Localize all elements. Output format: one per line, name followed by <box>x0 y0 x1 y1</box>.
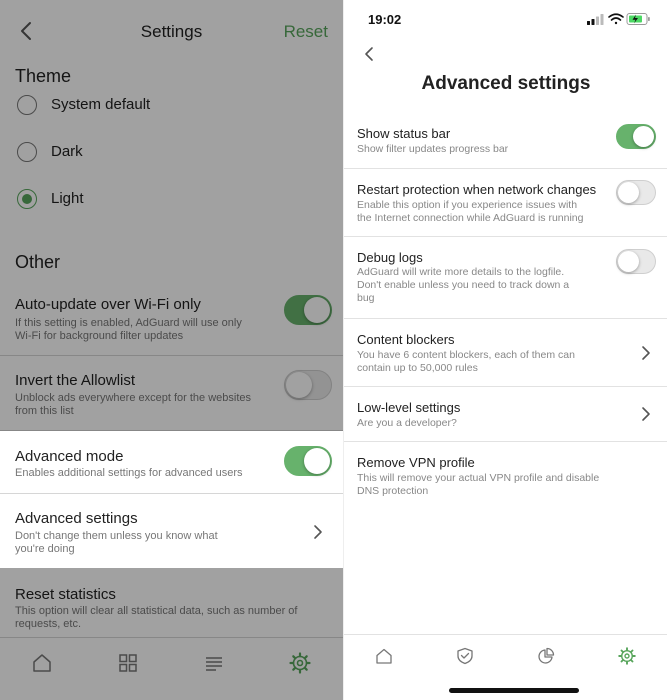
advanced-settings-row[interactable]: Advanced settings Don't change them unle… <box>0 494 343 568</box>
row-title: Restart protection when network changes <box>357 182 597 197</box>
pie-chart-icon[interactable] <box>537 647 555 665</box>
battery-charging-icon <box>626 13 650 25</box>
debug-logs-toggle[interactable] <box>616 249 656 274</box>
restart-protection-row[interactable]: Restart protection when network changes … <box>344 169 667 237</box>
row-title: Advanced settings <box>15 510 138 527</box>
dim-overlay-top <box>0 0 343 431</box>
row-subtitle: you're doing <box>15 543 75 555</box>
back-chevron-icon[interactable] <box>364 46 374 62</box>
wifi-icon <box>608 13 624 25</box>
row-title: Advanced mode <box>15 448 124 465</box>
show-status-bar-row[interactable]: Show status bar Show filter updates prog… <box>344 115 667 169</box>
row-subtitle: the Internet connection while AdGuard is… <box>357 212 584 224</box>
chevron-right-icon <box>314 525 322 539</box>
advanced-mode-row[interactable]: Advanced mode Enables additional setting… <box>0 431 343 494</box>
row-subtitle: Show filter updates progress bar <box>357 143 509 155</box>
settings-screen: Settings Reset Theme System default Dark… <box>0 0 343 700</box>
home-indicator <box>449 688 579 693</box>
low-level-settings-row[interactable]: Low-level settings Are you a developer? <box>344 387 667 442</box>
page-title: Advanced settings <box>421 73 591 94</box>
status-time: 19:02 <box>368 12 402 27</box>
chevron-right-icon <box>642 407 650 421</box>
content-blockers-row[interactable]: Content blockers You have 6 content bloc… <box>344 319 667 387</box>
row-subtitle: This will remove your actual VPN profile… <box>357 472 600 484</box>
advanced-mode-toggle[interactable] <box>284 446 332 476</box>
row-subtitle: bug <box>357 292 375 304</box>
row-subtitle: Don't change them unless you know what <box>15 530 218 542</box>
row-title: Remove VPN profile <box>357 455 475 470</box>
advanced-settings-screen: 19:02 Advanced settings Show status bar … <box>343 0 667 700</box>
row-subtitle: Enables additional settings for advanced… <box>15 467 243 479</box>
row-subtitle: You have 6 content blockers, each of the… <box>357 349 575 361</box>
status-icons <box>587 13 650 25</box>
row-subtitle: Enable this option if you experience iss… <box>357 199 578 211</box>
row-subtitle: DNS protection <box>357 485 429 497</box>
home-icon[interactable] <box>375 647 393 665</box>
row-subtitle: Don't enable unless you need to track do… <box>357 279 570 291</box>
cellular-signal-icon <box>587 14 604 25</box>
row-title: Debug logs <box>357 250 423 265</box>
row-subtitle: contain up to 50,000 rules <box>357 362 478 374</box>
chevron-right-icon <box>642 346 650 360</box>
row-subtitle: Are you a developer? <box>357 417 457 429</box>
gear-icon[interactable] <box>618 647 636 665</box>
debug-logs-row[interactable]: Debug logs AdGuard will write more detai… <box>344 237 667 319</box>
row-title: Content blockers <box>357 332 455 347</box>
row-title: Show status bar <box>357 126 451 141</box>
dim-overlay-bottom <box>0 568 343 700</box>
restart-protection-toggle[interactable] <box>616 180 656 205</box>
row-title: Low-level settings <box>357 400 461 415</box>
show-status-bar-toggle[interactable] <box>616 124 656 149</box>
remove-vpn-profile-row[interactable]: Remove VPN profile This will remove your… <box>344 442 667 508</box>
row-subtitle: AdGuard will write more details to the l… <box>357 266 565 278</box>
shield-check-icon[interactable] <box>456 647 474 665</box>
